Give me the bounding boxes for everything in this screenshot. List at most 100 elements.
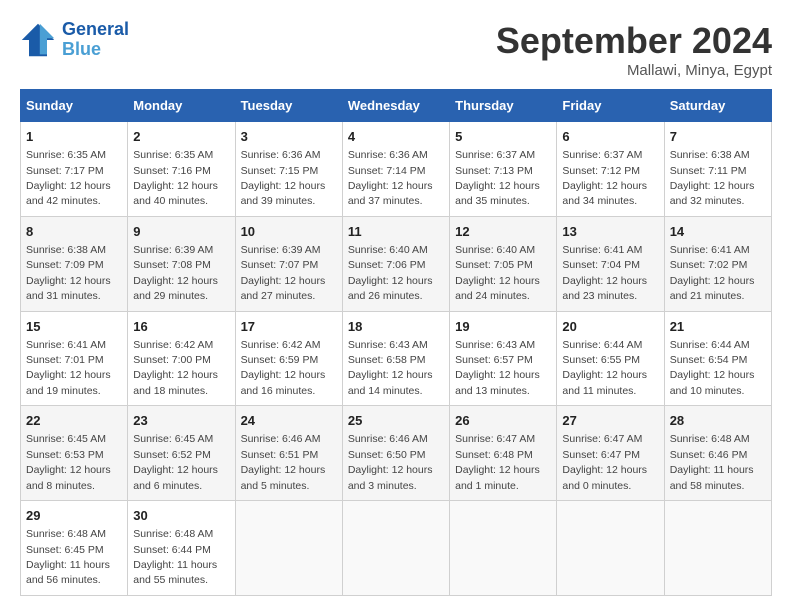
calendar-table: SundayMondayTuesdayWednesdayThursdayFrid… — [20, 89, 772, 596]
title-block: September 2024 Mallawi, Minya, Egypt — [496, 20, 772, 79]
month-title: September 2024 — [496, 20, 772, 62]
weekday-header: Saturday — [664, 90, 771, 122]
weekday-header: Sunday — [21, 90, 128, 122]
day-info: Sunrise: 6:37 AMSunset: 7:12 PMDaylight:… — [562, 149, 647, 207]
location: Mallawi, Minya, Egypt — [496, 62, 772, 79]
day-number: 25 — [348, 412, 444, 430]
day-info: Sunrise: 6:48 AMSunset: 6:45 PMDaylight:… — [26, 528, 110, 586]
day-info: Sunrise: 6:47 AMSunset: 6:47 PMDaylight:… — [562, 433, 647, 491]
page-header: General Blue September 2024 Mallawi, Min… — [20, 20, 772, 79]
day-number: 30 — [133, 507, 229, 525]
day-info: Sunrise: 6:48 AMSunset: 6:44 PMDaylight:… — [133, 528, 217, 586]
day-number: 19 — [455, 318, 551, 336]
logo: General Blue — [20, 20, 129, 60]
calendar-cell: 20 Sunrise: 6:44 AMSunset: 6:55 PMDaylig… — [557, 311, 664, 406]
day-number: 21 — [670, 318, 766, 336]
day-info: Sunrise: 6:38 AMSunset: 7:11 PMDaylight:… — [670, 149, 755, 207]
calendar-cell: 2 Sunrise: 6:35 AMSunset: 7:16 PMDayligh… — [128, 122, 235, 217]
day-number: 18 — [348, 318, 444, 336]
calendar-cell: 25 Sunrise: 6:46 AMSunset: 6:50 PMDaylig… — [342, 406, 449, 501]
calendar-cell: 1 Sunrise: 6:35 AMSunset: 7:17 PMDayligh… — [21, 122, 128, 217]
day-number: 26 — [455, 412, 551, 430]
weekday-header: Wednesday — [342, 90, 449, 122]
calendar-cell: 30 Sunrise: 6:48 AMSunset: 6:44 PMDaylig… — [128, 501, 235, 596]
calendar-cell — [342, 501, 449, 596]
day-info: Sunrise: 6:48 AMSunset: 6:46 PMDaylight:… — [670, 433, 754, 491]
day-info: Sunrise: 6:40 AMSunset: 7:06 PMDaylight:… — [348, 244, 433, 302]
calendar-week-row: 29 Sunrise: 6:48 AMSunset: 6:45 PMDaylig… — [21, 501, 772, 596]
day-number: 5 — [455, 128, 551, 146]
calendar-cell: 5 Sunrise: 6:37 AMSunset: 7:13 PMDayligh… — [450, 122, 557, 217]
day-number: 10 — [241, 223, 337, 241]
day-number: 3 — [241, 128, 337, 146]
day-info: Sunrise: 6:46 AMSunset: 6:50 PMDaylight:… — [348, 433, 433, 491]
day-number: 22 — [26, 412, 122, 430]
day-info: Sunrise: 6:45 AMSunset: 6:52 PMDaylight:… — [133, 433, 218, 491]
weekday-header: Monday — [128, 90, 235, 122]
day-number: 16 — [133, 318, 229, 336]
day-info: Sunrise: 6:46 AMSunset: 6:51 PMDaylight:… — [241, 433, 326, 491]
day-number: 23 — [133, 412, 229, 430]
day-number: 2 — [133, 128, 229, 146]
day-info: Sunrise: 6:47 AMSunset: 6:48 PMDaylight:… — [455, 433, 540, 491]
calendar-cell: 23 Sunrise: 6:45 AMSunset: 6:52 PMDaylig… — [128, 406, 235, 501]
calendar-cell — [557, 501, 664, 596]
day-number: 8 — [26, 223, 122, 241]
day-number: 17 — [241, 318, 337, 336]
calendar-header: SundayMondayTuesdayWednesdayThursdayFrid… — [21, 90, 772, 122]
calendar-cell — [450, 501, 557, 596]
day-number: 7 — [670, 128, 766, 146]
calendar-cell: 26 Sunrise: 6:47 AMSunset: 6:48 PMDaylig… — [450, 406, 557, 501]
day-number: 4 — [348, 128, 444, 146]
day-number: 29 — [26, 507, 122, 525]
calendar-cell: 11 Sunrise: 6:40 AMSunset: 7:06 PMDaylig… — [342, 216, 449, 311]
calendar-cell: 18 Sunrise: 6:43 AMSunset: 6:58 PMDaylig… — [342, 311, 449, 406]
calendar-cell: 7 Sunrise: 6:38 AMSunset: 7:11 PMDayligh… — [664, 122, 771, 217]
calendar-cell: 12 Sunrise: 6:40 AMSunset: 7:05 PMDaylig… — [450, 216, 557, 311]
calendar-cell: 17 Sunrise: 6:42 AMSunset: 6:59 PMDaylig… — [235, 311, 342, 406]
weekday-header: Thursday — [450, 90, 557, 122]
day-number: 9 — [133, 223, 229, 241]
day-info: Sunrise: 6:36 AMSunset: 7:14 PMDaylight:… — [348, 149, 433, 207]
calendar-week-row: 22 Sunrise: 6:45 AMSunset: 6:53 PMDaylig… — [21, 406, 772, 501]
day-info: Sunrise: 6:41 AMSunset: 7:02 PMDaylight:… — [670, 244, 755, 302]
calendar-body: 1 Sunrise: 6:35 AMSunset: 7:17 PMDayligh… — [21, 122, 772, 596]
day-info: Sunrise: 6:39 AMSunset: 7:07 PMDaylight:… — [241, 244, 326, 302]
calendar-cell — [235, 501, 342, 596]
calendar-cell: 28 Sunrise: 6:48 AMSunset: 6:46 PMDaylig… — [664, 406, 771, 501]
day-number: 28 — [670, 412, 766, 430]
calendar-cell: 14 Sunrise: 6:41 AMSunset: 7:02 PMDaylig… — [664, 216, 771, 311]
calendar-cell: 10 Sunrise: 6:39 AMSunset: 7:07 PMDaylig… — [235, 216, 342, 311]
calendar-cell: 4 Sunrise: 6:36 AMSunset: 7:14 PMDayligh… — [342, 122, 449, 217]
calendar-cell: 15 Sunrise: 6:41 AMSunset: 7:01 PMDaylig… — [21, 311, 128, 406]
day-info: Sunrise: 6:43 AMSunset: 6:58 PMDaylight:… — [348, 339, 433, 397]
calendar-cell — [664, 501, 771, 596]
calendar-cell: 19 Sunrise: 6:43 AMSunset: 6:57 PMDaylig… — [450, 311, 557, 406]
calendar-cell: 8 Sunrise: 6:38 AMSunset: 7:09 PMDayligh… — [21, 216, 128, 311]
day-info: Sunrise: 6:35 AMSunset: 7:17 PMDaylight:… — [26, 149, 111, 207]
day-number: 1 — [26, 128, 122, 146]
day-info: Sunrise: 6:41 AMSunset: 7:01 PMDaylight:… — [26, 339, 111, 397]
weekday-header: Friday — [557, 90, 664, 122]
day-info: Sunrise: 6:39 AMSunset: 7:08 PMDaylight:… — [133, 244, 218, 302]
day-number: 27 — [562, 412, 658, 430]
calendar-cell: 22 Sunrise: 6:45 AMSunset: 6:53 PMDaylig… — [21, 406, 128, 501]
calendar-week-row: 15 Sunrise: 6:41 AMSunset: 7:01 PMDaylig… — [21, 311, 772, 406]
calendar-week-row: 1 Sunrise: 6:35 AMSunset: 7:17 PMDayligh… — [21, 122, 772, 217]
day-info: Sunrise: 6:44 AMSunset: 6:55 PMDaylight:… — [562, 339, 647, 397]
day-number: 20 — [562, 318, 658, 336]
calendar-cell: 27 Sunrise: 6:47 AMSunset: 6:47 PMDaylig… — [557, 406, 664, 501]
weekday-header: Tuesday — [235, 90, 342, 122]
calendar-cell: 3 Sunrise: 6:36 AMSunset: 7:15 PMDayligh… — [235, 122, 342, 217]
calendar-cell: 6 Sunrise: 6:37 AMSunset: 7:12 PMDayligh… — [557, 122, 664, 217]
day-info: Sunrise: 6:36 AMSunset: 7:15 PMDaylight:… — [241, 149, 326, 207]
day-number: 11 — [348, 223, 444, 241]
day-info: Sunrise: 6:42 AMSunset: 6:59 PMDaylight:… — [241, 339, 326, 397]
day-info: Sunrise: 6:37 AMSunset: 7:13 PMDaylight:… — [455, 149, 540, 207]
calendar-week-row: 8 Sunrise: 6:38 AMSunset: 7:09 PMDayligh… — [21, 216, 772, 311]
logo-text: General Blue — [62, 20, 129, 60]
day-number: 15 — [26, 318, 122, 336]
day-number: 12 — [455, 223, 551, 241]
day-info: Sunrise: 6:45 AMSunset: 6:53 PMDaylight:… — [26, 433, 111, 491]
day-number: 6 — [562, 128, 658, 146]
